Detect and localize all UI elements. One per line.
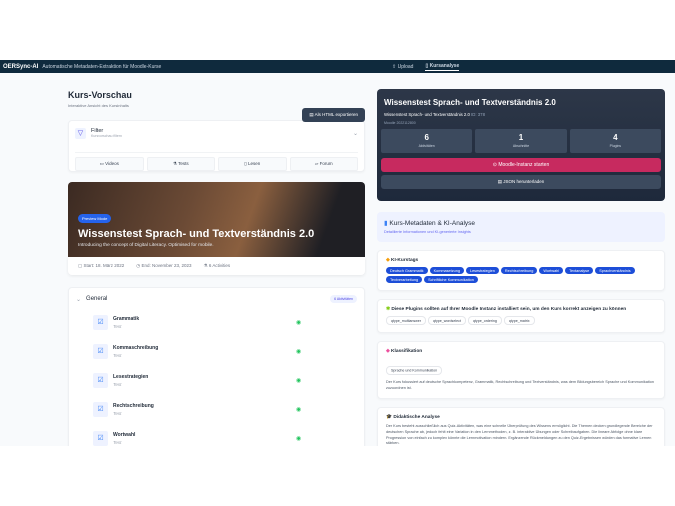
course-title: Wissenstest Sprach- und Textverständnis … (384, 98, 556, 107)
activity-name: Grammatik (113, 316, 140, 322)
quiz-check-icon: ☑ (93, 431, 108, 446)
activity-name: Lesestrategien (113, 374, 149, 380)
filter-tests-button[interactable]: ⚗ Tests (146, 157, 215, 171)
activity-type: Test (113, 440, 122, 445)
metadata-header: ▮ Kurs-Metadaten & KI-Analyse Detaillier… (377, 212, 665, 242)
nav-kursanalyse[interactable]: ▯ Kursanalyse (425, 63, 460, 71)
activity-item[interactable]: ☑ Rechtschreibung Test ◉ (93, 400, 357, 419)
course-hero-banner: Preview Mode Wissenstest Sprach- und Tex… (68, 182, 365, 257)
filter-lesen-button[interactable]: ▯ Lesen (218, 157, 287, 171)
filter-icon: ▽ (75, 127, 86, 139)
quiz-check-icon: ☑ (93, 344, 108, 359)
didactic-card: 🎓 Didaktische Analyse Der Kurs besteht a… (377, 407, 665, 446)
activity-type: Test (113, 353, 122, 358)
top-navbar: OERSync-AI Automatische Metadaten-Extrak… (0, 60, 675, 73)
classification-text: Der Kurs fokussiert auf deutsche Sprachk… (386, 380, 654, 390)
ai-tag: Textanalyse (565, 267, 594, 274)
plugin-tag: qtype_wordselect (427, 316, 466, 325)
activity-name: Rechtschreibung (113, 403, 154, 409)
stat-plugins: 4 Plugins (569, 129, 661, 153)
moodle-version: Moodle 2022112800 (384, 121, 416, 125)
ai-tag: Deutsch Grammatik (386, 267, 428, 274)
eye-icon[interactable]: ◉ (296, 377, 301, 384)
activity-item[interactable]: ☑ Kommaschreibung Test ◉ (93, 342, 357, 361)
course-meta-row: ▢ Start: 18. März 2022 ◷ End: November 2… (68, 257, 365, 275)
start-moodle-button[interactable]: ⊙ Moodle-Instanz starten (381, 158, 661, 172)
ai-tag: Schriftliche Kommunikation (424, 276, 478, 283)
filter-forum-button[interactable]: ▱ Forum (289, 157, 358, 171)
quiz-check-icon: ☑ (93, 315, 108, 330)
ai-tags-card: ◆ KI-Kurstags Deutsch Grammatik Kommasetz… (377, 250, 665, 291)
section-title: General (86, 296, 108, 302)
course-preview-panel: Kurs-Vorschau Interaktive Ansicht des Ku… (68, 73, 365, 446)
didactic-text: Der Kurs besteht ausschließlich aus Quiz… (386, 424, 653, 446)
plugin-tag: qtype_multianswer (386, 316, 426, 325)
quiz-check-icon: ☑ (93, 373, 108, 388)
download-json-button[interactable]: ▤ JSON herunterladen (381, 175, 661, 189)
stat-activities: 6 Aktivitäten (381, 129, 473, 153)
activity-item[interactable]: ☑ Wortwahl Test ◉ (93, 429, 357, 446)
preview-mode-badge: Preview Mode (78, 214, 112, 223)
ai-tag: Lesestrategien (465, 267, 499, 274)
classification-tag: Sprache und Kommunikation (386, 365, 443, 375)
plugins-card: ✱ Diese Plugins sollten auf Ihrer Moodle… (377, 299, 665, 333)
export-html-button[interactable]: ▤ Als HTML exportieren (302, 108, 365, 122)
eye-icon[interactable]: ◉ (296, 319, 301, 326)
activity-item[interactable]: ☑ Grammatik Test ◉ (93, 313, 357, 332)
hero-title: Wissenstest Sprach- und Textverständnis … (78, 228, 315, 240)
plugin-tag: qtype_ordering (467, 316, 502, 325)
page-title: Kurs-Vorschau (68, 90, 132, 100)
activity-name: Kommaschreibung (113, 345, 159, 351)
eye-icon[interactable]: ◉ (296, 435, 301, 442)
filter-videos-button[interactable]: ▭ Videos (75, 157, 144, 171)
activity-count: ⚗ 6 Activities (203, 263, 231, 268)
metadata-panel: Wissenstest Sprach- und Textverständnis … (377, 73, 665, 446)
ai-tag: Textverarbeitung (386, 276, 423, 283)
course-summary-card: Wissenstest Sprach- und Textverständnis … (377, 89, 665, 201)
ai-tag: Kommasetzung (429, 267, 464, 274)
chevron-down-icon: ⌄ (76, 296, 82, 303)
stat-sections: 1 Abschnitte (475, 129, 567, 153)
ai-tag: Wortwahl (539, 267, 564, 274)
ai-tag: Rechtschreibung (500, 267, 538, 274)
quiz-check-icon: ☑ (93, 402, 108, 417)
eye-icon[interactable]: ◉ (296, 406, 301, 413)
eye-icon[interactable]: ◉ (296, 348, 301, 355)
section-header[interactable]: ⌄ General 6 Aktivitäten (76, 295, 357, 303)
activity-type: Test (113, 411, 122, 416)
course-shortname: Wissenstest Sprach- und Textverständnis … (384, 112, 485, 117)
course-id: ID: 378 (471, 112, 485, 117)
brand-logo: OERSync-AI (3, 63, 39, 70)
activity-item[interactable]: ☑ Lesestrategien Test ◉ (93, 371, 357, 390)
filter-card: ▽ Filter Kursvorschau filtern ⌄ ▭ Videos … (68, 120, 365, 172)
chevron-down-icon[interactable]: ⌄ (353, 130, 358, 137)
filter-subtitle: Kursvorschau filtern (91, 134, 122, 138)
hero-description: Introducing the concept of Digital Liter… (78, 243, 214, 248)
activity-name: Wortwahl (113, 432, 136, 438)
app-subtitle: Automatische Metadaten-Extraktion für Mo… (42, 63, 162, 70)
ai-tag: Sprachverständnis (595, 267, 635, 274)
activities-badge: 6 Aktivitäten (330, 295, 357, 303)
metadata-subtitle: Detaillierte Informationen und KI-generi… (384, 230, 471, 234)
nav-upload[interactable]: ⇧ Upload (392, 64, 413, 70)
activity-type: Test (113, 324, 122, 329)
activity-type: Test (113, 382, 122, 387)
classification-card: ◈ Klassifikation Sprache und Kommunikati… (377, 341, 665, 400)
start-date: ▢ Start: 18. März 2022 (78, 263, 125, 268)
filter-toggle[interactable]: ▽ Filter Kursvorschau filtern ⌄ (75, 125, 358, 141)
end-date: ◷ End: November 23, 2023 (136, 263, 192, 268)
plugin-tag: qtype_matrix (503, 316, 535, 325)
section-general: ⌄ General 6 Aktivitäten ☑ Grammatik Test ◉ ☑… (68, 287, 365, 446)
